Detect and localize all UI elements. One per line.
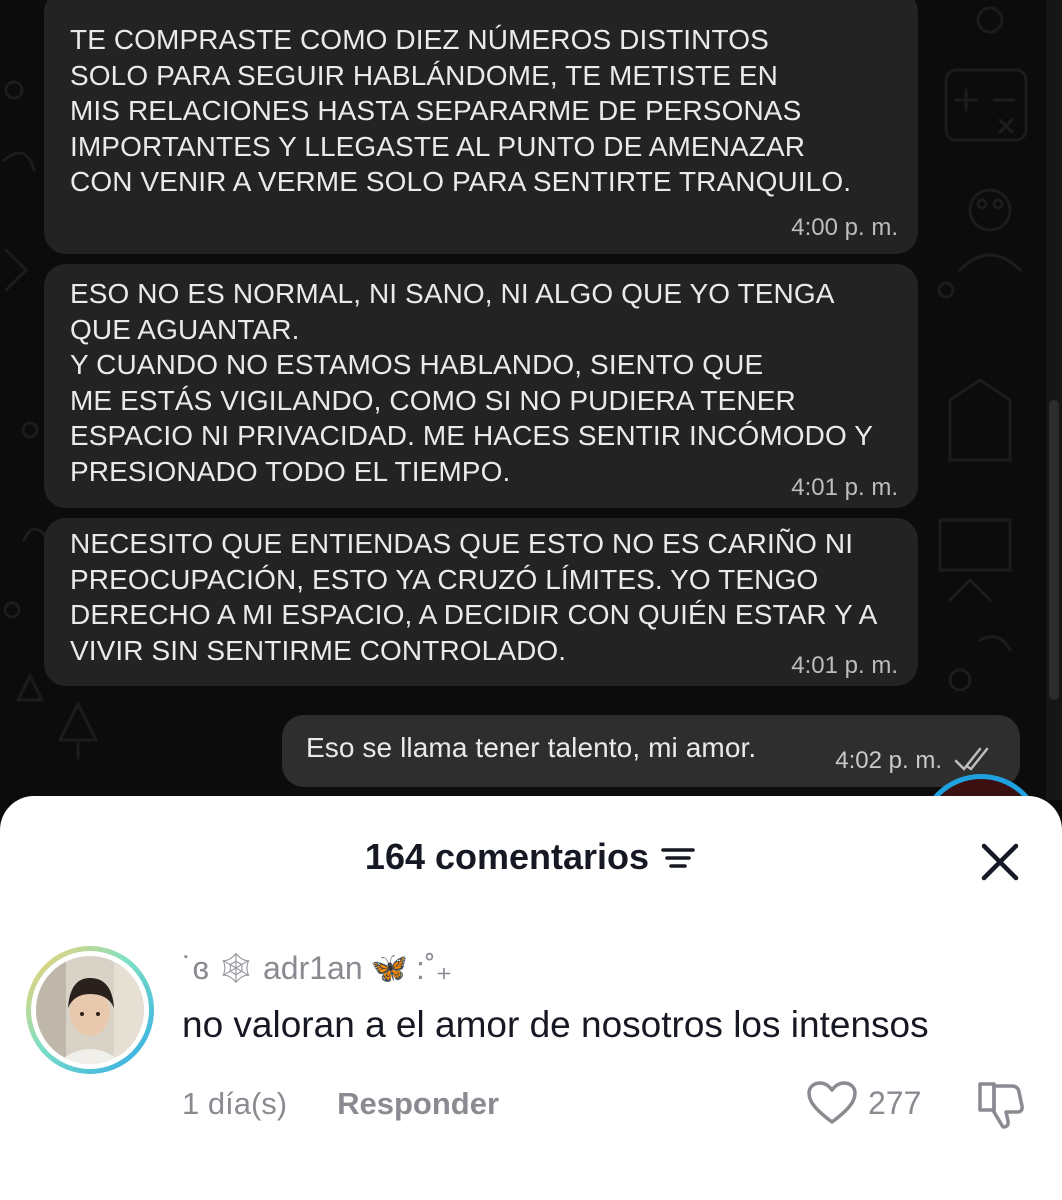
message-text: NECESITO QUE ENTIENDAS QUE ESTO NO ES CA…	[70, 528, 878, 666]
message-bubble-outgoing[interactable]: Eso se llama tener talento, mi amor. 4:0…	[282, 715, 1020, 787]
message-time: 4:01 p. m.	[791, 652, 898, 679]
butterfly-icon: 🦋	[370, 951, 408, 985]
comment-meta: 1 día(s) Responder	[182, 1086, 499, 1122]
close-icon[interactable]	[972, 834, 1028, 890]
avatar[interactable]	[26, 946, 154, 1074]
filter-icon[interactable]	[659, 842, 697, 872]
like-count: 277	[868, 1084, 922, 1121]
dislike-icon[interactable]	[972, 1078, 1024, 1130]
message-time: 4:01 p. m.	[791, 474, 898, 501]
double-check-icon	[954, 747, 989, 771]
message-text: ESO NO ES NORMAL, NI SANO, NI ALGO QUE Y…	[70, 278, 874, 487]
message-bubble-incoming[interactable]: ESO NO ES NORMAL, NI SANO, NI ALGO QUE Y…	[44, 264, 918, 508]
reply-button[interactable]: Responder	[337, 1086, 499, 1122]
comment-item[interactable]: ˙ɞ 🕸 adr1an 🦋 :˚₊ no valoran a el amor d…	[0, 936, 1062, 1200]
username-prefix: ˙ɞ	[182, 949, 209, 986]
message-text: TE COMPRASTE COMO DIEZ NÚMEROS DISTINTOS…	[70, 24, 852, 197]
chat-area[interactable]: TE COMPRASTE COMO DIEZ NÚMEROS DISTINTOS…	[0, 0, 1062, 800]
comment-author[interactable]: ˙ɞ 🕸 adr1an 🦋 :˚₊	[182, 948, 452, 988]
message-bubble-incoming[interactable]: NECESITO QUE ENTIENDAS QUE ESTO NO ES CA…	[44, 518, 918, 686]
comment-count: 164 comentarios	[364, 836, 650, 877]
comments-header: 164 comentarios	[0, 796, 1062, 918]
scrollbar-thumb[interactable]	[1049, 400, 1059, 700]
comment-date: 1 día(s)	[182, 1086, 288, 1121]
like-button[interactable]: 277	[806, 1080, 921, 1126]
comments-title-row: 164 comentarios	[0, 836, 1062, 878]
comments-sheet: 164 comentarios ˙ɞ 🕸 adr1an 🦋:˚₊ no val…	[0, 796, 1062, 1200]
message-time: 4:00 p. m.	[791, 214, 898, 241]
message-bubble-incoming[interactable]: TE COMPRASTE COMO DIEZ NÚMEROS DISTINTOS…	[44, 0, 918, 254]
comment-text: no valoran a el amor de nosotros los int…	[182, 1004, 929, 1045]
username[interactable]: adr1an	[263, 950, 363, 987]
avatar-photo	[36, 956, 144, 1064]
heart-icon[interactable]	[806, 1080, 858, 1126]
username-suffix: :˚₊	[415, 950, 453, 986]
message-time: 4:02 p. m.	[835, 747, 942, 774]
spiderweb-icon: 🕸	[216, 951, 255, 985]
